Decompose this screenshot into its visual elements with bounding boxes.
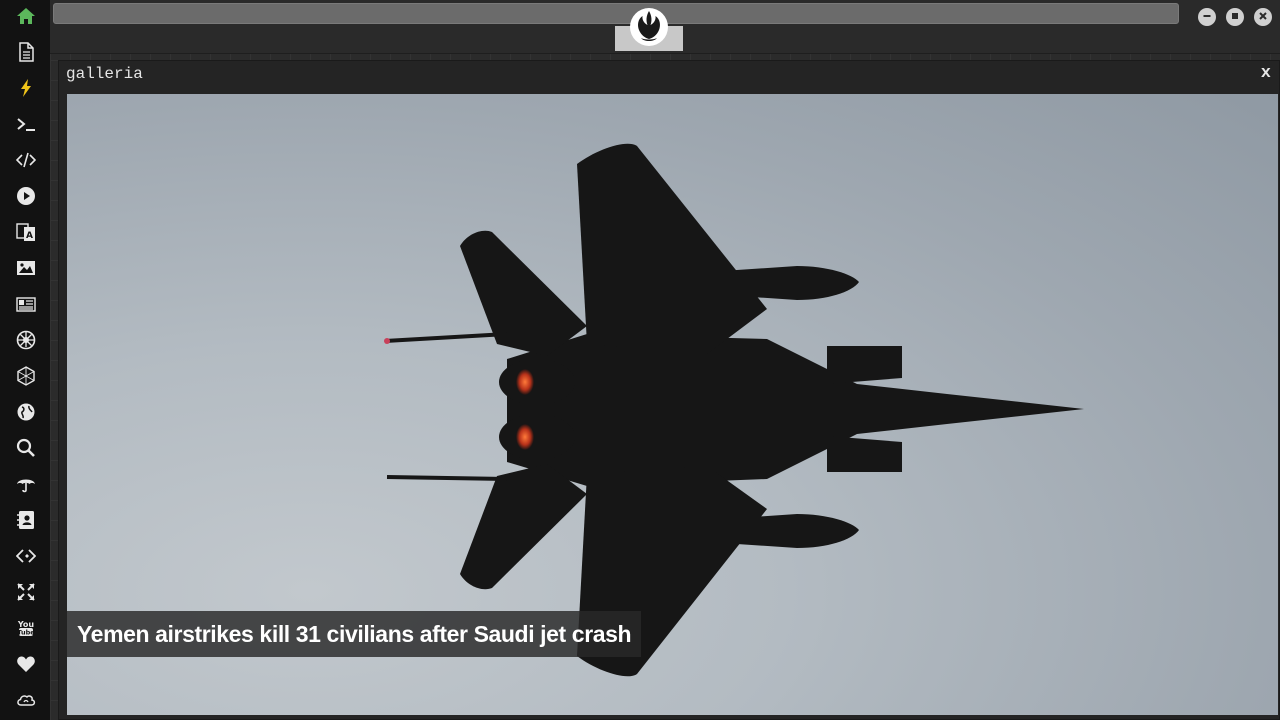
rebel-alliance-logo-icon[interactable]: [629, 7, 669, 47]
sidebar-item-empire[interactable]: [13, 329, 39, 355]
newspaper-icon: [16, 294, 36, 319]
play-icon: [16, 186, 36, 211]
svg-text:Tube: Tube: [17, 628, 35, 636]
sidebar-item-search[interactable]: [13, 437, 39, 463]
sidebar-item-umbrella[interactable]: [13, 473, 39, 499]
close-window-button[interactable]: [1254, 8, 1272, 26]
sidebar-item-code[interactable]: [13, 149, 39, 175]
sidebar-item-globe[interactable]: [13, 401, 39, 427]
sidebar-item-youtube[interactable]: You Tube: [13, 617, 39, 643]
code-fork-icon: [15, 546, 37, 571]
maximize-icon: [1230, 8, 1240, 26]
gallery-window: galleria x Yemen airstrikes kill 31 civi…: [58, 60, 1280, 720]
gallery-close-button[interactable]: x: [1261, 64, 1271, 83]
sidebar-item-play[interactable]: [13, 185, 39, 211]
sidebar-item-translate[interactable]: A: [13, 221, 39, 247]
sidebar: A You Tube: [0, 0, 50, 720]
search-icon: [16, 438, 36, 463]
sidebar-item-cloud[interactable]: [13, 689, 39, 715]
image-icon: [16, 258, 36, 283]
sidebar-item-terminal[interactable]: [13, 113, 39, 139]
sidebar-item-expand[interactable]: [13, 581, 39, 607]
heart-icon: [16, 654, 36, 679]
document-icon: [16, 41, 36, 67]
umbrella-icon: [16, 474, 36, 499]
youtube-icon: You Tube: [16, 618, 36, 643]
sidebar-item-code-fork[interactable]: [13, 545, 39, 571]
top-bar: [50, 0, 1280, 54]
sidebar-item-lightning[interactable]: [13, 77, 39, 103]
globe-icon: [16, 402, 36, 427]
svg-text:A: A: [26, 231, 33, 241]
code-icon: [15, 150, 37, 175]
sidebar-item-home[interactable]: [13, 5, 39, 31]
sidebar-item-news[interactable]: [13, 293, 39, 319]
contacts-icon: [16, 510, 36, 535]
hexagon-icon: [16, 365, 36, 391]
sidebar-item-contacts[interactable]: [13, 509, 39, 535]
expand-icon: [16, 582, 36, 607]
cloud-icon: [16, 690, 36, 715]
sidebar-item-heart[interactable]: [13, 653, 39, 679]
photo-caption: Yemen airstrikes kill 31 civilians after…: [67, 611, 642, 657]
terminal-icon: [16, 114, 36, 139]
gallery-photo[interactable]: Yemen airstrikes kill 31 civilians after…: [67, 94, 1278, 715]
minimize-icon: [1202, 8, 1212, 26]
address-bar[interactable]: [53, 3, 1179, 24]
translate-icon: A: [16, 222, 36, 247]
sidebar-item-document[interactable]: [13, 41, 39, 67]
sidebar-item-image[interactable]: [13, 257, 39, 283]
maximize-button[interactable]: [1226, 8, 1244, 26]
home-icon: [16, 6, 36, 31]
empire-icon: [16, 330, 36, 355]
sidebar-item-hexagon[interactable]: [13, 365, 39, 391]
gallery-title: galleria: [66, 65, 143, 83]
lightning-icon: [16, 78, 36, 103]
minimize-button[interactable]: [1198, 8, 1216, 26]
close-icon: [1258, 8, 1268, 26]
